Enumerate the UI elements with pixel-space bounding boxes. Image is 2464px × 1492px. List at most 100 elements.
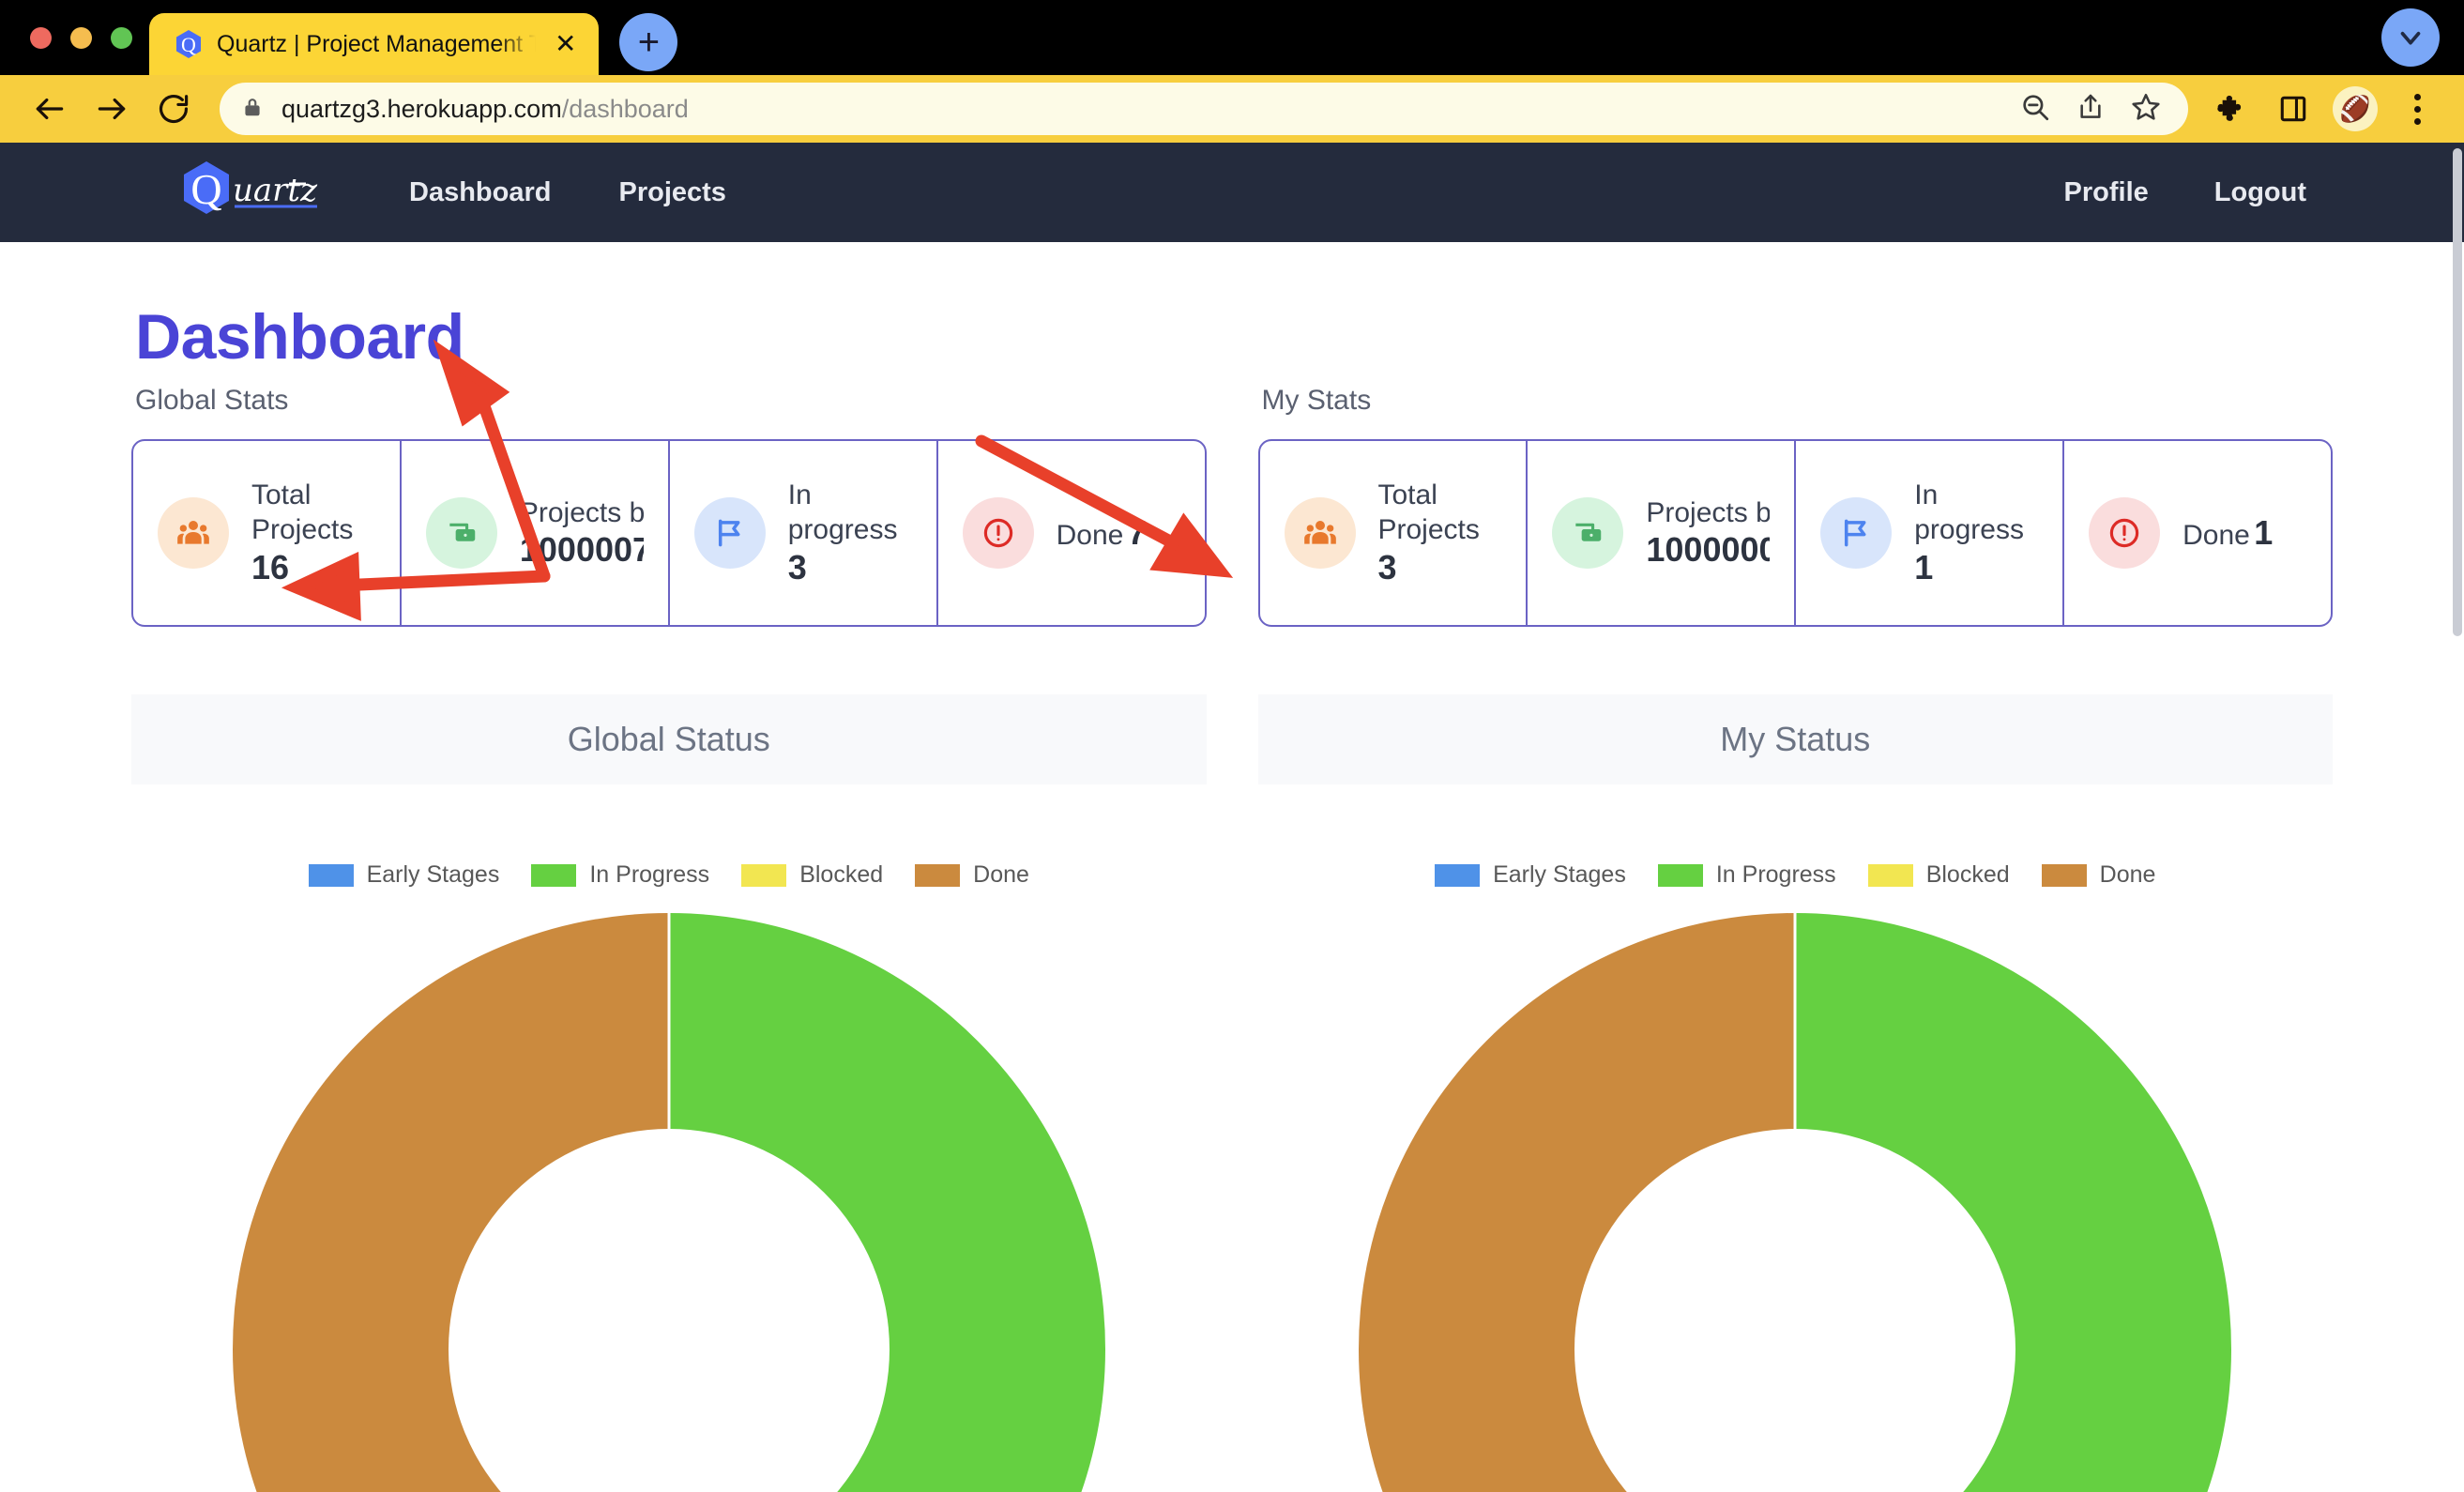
extensions-puzzle-icon[interactable]: [2205, 83, 2258, 135]
primary-nav: Dashboard Projects: [409, 177, 726, 208]
reload-button[interactable]: [144, 80, 203, 138]
page-content: Dashboard Global Stats: [0, 242, 2464, 1492]
nav-link-projects[interactable]: Projects: [618, 177, 725, 208]
legend-item-blocked[interactable]: Blocked: [1868, 861, 2010, 889]
stat-text: Done 1: [2183, 513, 2273, 554]
legend-swatch: [741, 864, 786, 887]
page-title: Dashboard: [131, 242, 2333, 373]
stat-in-progress: In progress 3: [670, 441, 938, 625]
window-controls: [21, 0, 149, 75]
donut-chart[interactable]: [233, 913, 1105, 1492]
legend-label: Done: [2100, 861, 2156, 889]
global-status-bar[interactable]: Global Status: [131, 694, 1207, 784]
share-icon[interactable]: [2076, 92, 2106, 127]
stat-label: In progress: [788, 480, 898, 545]
stat-label: Projects budget: [1646, 497, 1770, 528]
minimize-window-button[interactable]: [70, 27, 92, 49]
stat-text: Projects budget 10000003: [1646, 496, 1770, 571]
stat-value: 7: [1128, 513, 1147, 552]
chevron-down-icon[interactable]: [2381, 8, 2440, 67]
stat-total-projects: Total Projects 16: [133, 441, 402, 625]
legend-swatch: [915, 864, 960, 887]
my-status-bar[interactable]: My Status: [1258, 694, 2334, 784]
page-scrollbar[interactable]: [2451, 143, 2464, 1492]
stat-text: In progress 1: [1914, 479, 2038, 586]
stat-label: Done: [1057, 520, 1124, 551]
stat-projects-budget: Projects budget 10000070: [402, 441, 670, 625]
new-tab-button[interactable]: +: [619, 13, 677, 71]
legend-item-early-stages[interactable]: Early Stages: [1435, 861, 1626, 889]
back-button[interactable]: [21, 80, 79, 138]
donut-wrap: [131, 913, 1207, 1492]
close-window-button[interactable]: [30, 27, 52, 49]
status-bars-row: Global Status My Status: [131, 694, 2333, 784]
quartz-logo[interactable]: Q uartz: [178, 160, 347, 225]
stat-text: In progress 3: [788, 479, 912, 586]
tab-title: Quartz | Project Management T: [217, 31, 536, 58]
nav-link-dashboard[interactable]: Dashboard: [409, 177, 551, 208]
chart-legend: Early Stages In Progress Blocked Do: [1258, 861, 2334, 889]
money-stack-icon: [1552, 497, 1623, 569]
forward-button[interactable]: [83, 80, 141, 138]
stat-value: 1: [1914, 548, 1933, 586]
tab-strip: Q Quartz | Project Management T ✕ +: [0, 0, 2464, 75]
nav-link-logout[interactable]: Logout: [2214, 177, 2306, 208]
my-stats-label: My Stats: [1258, 385, 2334, 417]
my-stats-card: Total Projects 3: [1258, 439, 2334, 627]
my-stats-column: My Stats: [1258, 385, 2334, 627]
page-viewport: Q uartz Dashboard Projects Profile Logou…: [0, 143, 2464, 1492]
legend-item-early-stages[interactable]: Early Stages: [309, 861, 500, 889]
app-navbar: Q uartz Dashboard Projects Profile Logou…: [0, 143, 2464, 242]
kebab-menu-icon[interactable]: [2391, 83, 2443, 135]
bookmark-star-icon[interactable]: [2130, 91, 2162, 128]
legend-item-in-progress[interactable]: In Progress: [531, 861, 709, 889]
stat-total-projects: Total Projects 3: [1260, 441, 1529, 625]
stat-label: Projects budget: [520, 497, 644, 528]
legend-item-done[interactable]: Done: [2042, 861, 2156, 889]
stat-projects-budget: Projects budget 10000003: [1528, 441, 1796, 625]
legend-label: Blocked: [799, 861, 883, 889]
global-stats-column: Global Stats: [131, 385, 1207, 627]
close-tab-button[interactable]: ✕: [549, 31, 582, 57]
stat-value: 3: [1378, 548, 1397, 586]
legend-item-done[interactable]: Done: [915, 861, 1029, 889]
omnibox-actions: [2019, 91, 2167, 128]
side-panel-icon[interactable]: [2267, 83, 2320, 135]
legend-label: Blocked: [1926, 861, 2010, 889]
stat-value: 10000070: [520, 530, 644, 569]
maximize-window-button[interactable]: [111, 27, 132, 49]
browser-tab[interactable]: Q Quartz | Project Management T ✕: [149, 13, 599, 75]
legend-swatch: [531, 864, 576, 887]
avatar: 🏈: [2333, 86, 2378, 131]
stat-text: Total Projects 16: [251, 479, 375, 586]
legend-item-blocked[interactable]: Blocked: [741, 861, 883, 889]
scrollbar-thumb[interactable]: [2453, 148, 2462, 636]
global-status-chart: Early Stages In Progress Blocked Do: [131, 861, 1207, 1492]
people-group-icon: [158, 497, 229, 569]
nav-link-profile[interactable]: Profile: [2064, 177, 2149, 208]
stat-value: 3: [788, 548, 807, 586]
stat-value: 16: [251, 548, 289, 586]
flag-icon: [1820, 497, 1892, 569]
browser-toolbar: quartzg3.herokuapp.com/dashboard: [0, 75, 2464, 143]
profile-avatar[interactable]: 🏈: [2329, 83, 2381, 135]
legend-swatch: [309, 864, 354, 887]
slice-divider: [1794, 913, 1797, 1349]
url-domain: quartzg3.herokuapp.com: [281, 95, 562, 123]
stat-label: In progress: [1914, 480, 2024, 545]
stat-done: Done 1: [2064, 441, 2331, 625]
people-group-icon: [1285, 497, 1356, 569]
stat-done: Done 7: [938, 441, 1205, 625]
money-stack-icon: [426, 497, 497, 569]
legend-label: In Progress: [589, 861, 709, 889]
legend-item-in-progress[interactable]: In Progress: [1658, 861, 1836, 889]
stat-text: Projects budget 10000070: [520, 496, 644, 571]
legend-swatch: [2042, 864, 2087, 887]
donut-chart[interactable]: [1359, 913, 2231, 1492]
legend-label: Early Stages: [367, 861, 500, 889]
stat-text: Done 7: [1057, 513, 1147, 554]
address-bar[interactable]: quartzg3.herokuapp.com/dashboard: [220, 83, 2188, 135]
stat-label: Total Projects: [1378, 480, 1480, 545]
zoom-out-icon[interactable]: [2019, 91, 2051, 128]
toolbar-icons: 🏈: [2205, 83, 2443, 135]
